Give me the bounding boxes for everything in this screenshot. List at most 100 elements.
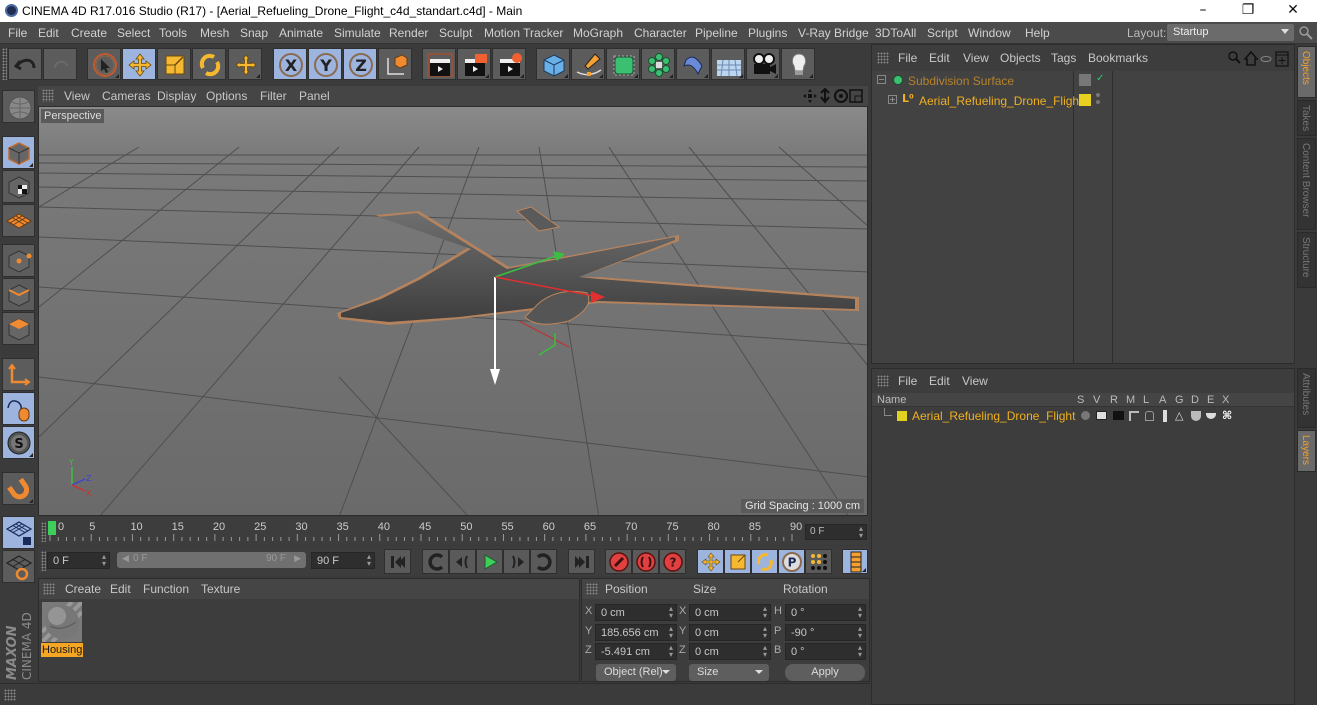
tab-structure[interactable]: Structure [1297, 232, 1316, 288]
add-subdivision-surface-button[interactable] [606, 48, 640, 80]
make-editable-button[interactable] [2, 90, 35, 123]
object-menu-objects[interactable]: Objects [1000, 51, 1041, 65]
render-view-button[interactable] [422, 48, 456, 80]
menu-file[interactable]: File [8, 26, 27, 40]
menu-mesh[interactable]: Mesh [200, 26, 229, 40]
size-y-field[interactable]: 0 cm ▴ ▾ [689, 624, 771, 641]
start-frame-field[interactable]: 0 F ▴ ▾ [47, 552, 110, 569]
points-mode-button[interactable] [2, 244, 35, 277]
redo-button[interactable] [43, 48, 77, 80]
manager-toggle-icon[interactable] [1129, 411, 1139, 421]
frame-range-slider[interactable]: ◀ 0 F 90 F ▶ [117, 552, 306, 568]
range-right-arrow-icon[interactable]: ▶ [294, 554, 301, 564]
new-view-icon[interactable] [1275, 51, 1289, 67]
object-menu-file[interactable]: File [898, 51, 917, 65]
column-deformers[interactable]: D [1191, 394, 1199, 406]
menu-create[interactable]: Create [71, 26, 107, 40]
model-mode-button[interactable] [2, 136, 35, 169]
next-frame-button[interactable] [503, 549, 530, 574]
viewport-menu-cameras[interactable]: Cameras [102, 89, 151, 103]
tab-content-browser[interactable]: Content Browser [1297, 138, 1316, 230]
lock-workplane-button[interactable] [2, 516, 35, 549]
menu-snap[interactable]: Snap [240, 26, 268, 40]
enabled-checkmark-icon[interactable]: ✓ [1096, 73, 1104, 84]
xrefs-toggle-icon[interactable]: ⌘ [1222, 409, 1232, 422]
restore-button[interactable]: ❐ [1225, 0, 1271, 22]
add-spline-button[interactable] [571, 48, 605, 80]
column-view[interactable]: V [1093, 394, 1100, 406]
record-active-objects-button[interactable] [605, 549, 632, 574]
current-frame-field[interactable]: 0 F ▴ ▾ [805, 524, 867, 540]
rotate-tool-button[interactable] [192, 48, 226, 80]
render-settings-button[interactable] [492, 48, 526, 80]
material-menu-texture[interactable]: Texture [201, 582, 240, 596]
search-icon[interactable] [1298, 25, 1314, 41]
rotation-b-field[interactable]: 0 ° ▴ ▾ [785, 643, 866, 660]
apply-button[interactable]: Apply [785, 664, 865, 681]
column-generators[interactable]: G [1175, 394, 1184, 406]
keyframe-selection-button[interactable]: ? [659, 549, 686, 574]
menu-tools[interactable]: Tools [159, 26, 187, 40]
column-xrefs[interactable]: X [1222, 394, 1229, 406]
material-menu-create[interactable]: Create [65, 582, 101, 596]
texture-mode-button[interactable] [2, 170, 35, 203]
home-icon[interactable] [1243, 50, 1259, 66]
key-scale-button[interactable] [724, 549, 751, 574]
menu-simulate[interactable]: Simulate [334, 26, 381, 40]
render-picture-viewer-button[interactable] [457, 48, 491, 80]
panel-grip[interactable] [42, 89, 54, 102]
viewport-menu-view[interactable]: View [64, 89, 90, 103]
menu-select[interactable]: Select [117, 26, 150, 40]
menu-character[interactable]: Character [634, 26, 687, 40]
layer-menu-view[interactable]: View [962, 374, 988, 388]
object-name[interactable]: Aerial_Refueling_Drone_Flight [919, 94, 1082, 108]
menu-mograph[interactable]: MoGraph [573, 26, 623, 40]
column-manager[interactable]: M [1126, 394, 1135, 406]
coordinate-system-button[interactable] [378, 48, 412, 80]
size-x-field[interactable]: 0 cm ▴ ▾ [689, 604, 771, 621]
move-tool-button[interactable] [122, 48, 156, 80]
tweak-mode-button[interactable] [2, 392, 35, 425]
lock-toggle-icon[interactable] [1145, 411, 1154, 421]
menu-motion-tracker[interactable]: Motion Tracker [484, 26, 563, 40]
key-position-button[interactable] [697, 549, 724, 574]
menu-animate[interactable]: Animate [279, 26, 323, 40]
edges-mode-button[interactable] [2, 278, 35, 311]
go-to-start-button[interactable] [384, 549, 411, 574]
key-parameter-button[interactable]: P [778, 549, 805, 574]
live-selection-button[interactable] [87, 48, 121, 80]
size-z-field[interactable]: 0 cm ▴ ▾ [689, 643, 771, 660]
autokeying-button[interactable] [632, 549, 659, 574]
menu-sculpt[interactable]: Sculpt [439, 26, 472, 40]
expressions-toggle-icon[interactable] [1206, 413, 1216, 419]
add-cube-button[interactable] [536, 48, 570, 80]
playback-grip[interactable] [41, 551, 46, 571]
solo-toggle-icon[interactable] [1081, 411, 1090, 420]
material-menu-edit[interactable]: Edit [110, 582, 131, 596]
go-to-end-button[interactable] [568, 549, 595, 574]
layer-row[interactable]: Aerial_Refueling_Drone_Flight △ ⌘ [872, 408, 1294, 424]
animation-toggle-icon[interactable] [1163, 410, 1167, 422]
layer-menu-file[interactable]: File [898, 374, 917, 388]
previous-frame-button[interactable] [449, 549, 476, 574]
z-axis-lock-button[interactable]: Z [343, 48, 377, 80]
current-frame-marker[interactable] [48, 521, 56, 535]
end-frame-field[interactable]: 90 F ▴ ▾ [311, 552, 375, 569]
menu-3dtoall[interactable]: 3DToAll [875, 26, 916, 40]
timeline-ruler[interactable]: 0 5 10 15 20 25 30 35 40 45 50 55 60 65 70 75 80 85 90 [48, 517, 828, 545]
visibility-dot-icon[interactable] [1096, 93, 1100, 97]
add-cloner-button[interactable] [641, 48, 675, 80]
zoom-view-icon[interactable] [820, 88, 830, 104]
add-floor-button[interactable] [711, 48, 745, 80]
layer-menu-edit[interactable]: Edit [929, 374, 950, 388]
generators-toggle-icon[interactable]: △ [1175, 409, 1183, 422]
menu-plugins[interactable]: Plugins [748, 26, 787, 40]
rotate-view-icon[interactable] [834, 89, 848, 103]
column-expressions[interactable]: E [1207, 394, 1214, 406]
maximize-view-icon[interactable] [849, 89, 863, 103]
minimize-button[interactable]: – [1180, 0, 1226, 22]
camera-label[interactable]: Perspective [41, 109, 105, 123]
column-solo[interactable]: S [1077, 394, 1084, 406]
tab-takes[interactable]: Takes [1297, 100, 1316, 136]
menu-pipeline[interactable]: Pipeline [695, 26, 738, 40]
